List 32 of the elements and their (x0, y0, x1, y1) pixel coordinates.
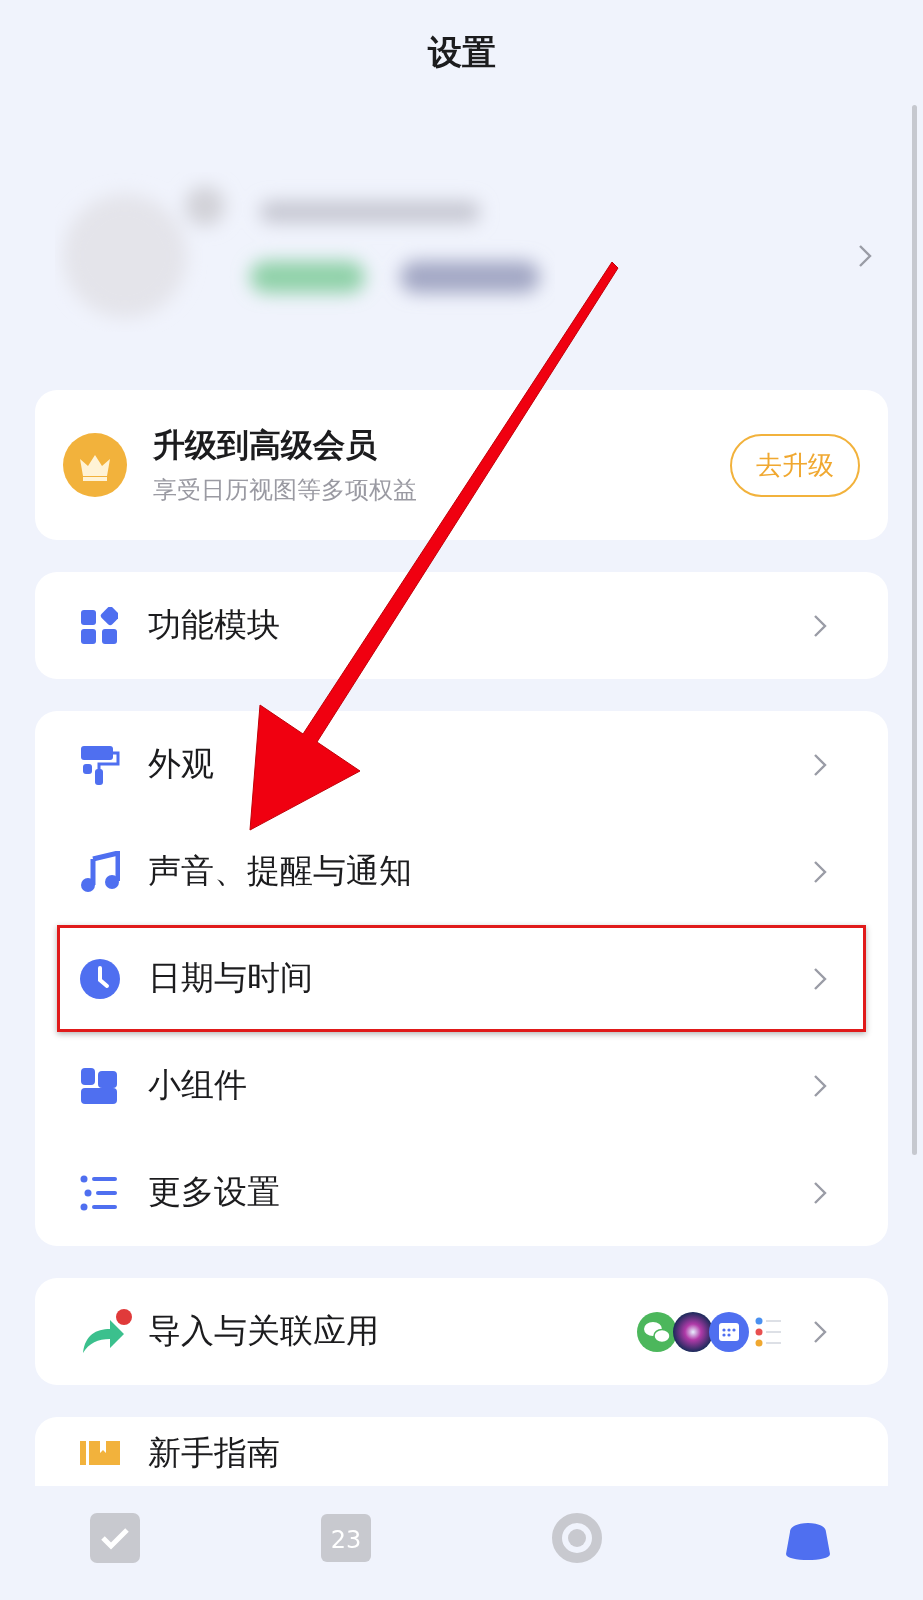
settings-row[interactable]: 导入与关联应用 (57, 1278, 866, 1385)
chevron-right-icon (813, 966, 827, 991)
clock-icon (80, 958, 120, 999)
settings-row[interactable]: 外观 (57, 711, 866, 818)
calendar-icon (709, 1311, 749, 1352)
settings-row[interactable]: 声音、提醒与通知 (57, 818, 866, 925)
chat-bubbles-icon (637, 1311, 677, 1352)
grid-icon (80, 606, 118, 645)
chevron-right-icon (813, 1180, 827, 1205)
target-tab[interactable] (550, 1512, 603, 1564)
settings-row[interactable]: 小组件 (57, 1032, 866, 1139)
orb-icon (673, 1311, 713, 1352)
widget-icon (80, 1066, 118, 1105)
chevron-right-icon (813, 859, 827, 884)
chevron-right-icon (858, 244, 872, 268)
premium-title: 升级到高级会员 (153, 425, 378, 466)
premium-subtitle: 享受日历视图等多项权益 (153, 475, 418, 506)
chevron-right-icon (813, 613, 827, 638)
chevron-right-icon (813, 1319, 827, 1344)
settings-row[interactable]: 日期与时间 (57, 925, 866, 1032)
page-title: 设置 (427, 31, 496, 74)
book-icon (80, 1441, 120, 1465)
chevron-right-icon (813, 1073, 827, 1098)
chevron-right-icon (813, 752, 827, 777)
checkbox-tab[interactable] (90, 1513, 141, 1563)
settings-row[interactable]: 更多设置 (57, 1139, 866, 1246)
colored-list-icon (755, 1316, 783, 1347)
music-note-icon (80, 850, 120, 893)
list-icon (80, 1174, 118, 1211)
paint-roller-icon (80, 743, 120, 786)
crown-icon (63, 433, 127, 497)
settings-row[interactable]: 功能模块 (57, 572, 866, 679)
